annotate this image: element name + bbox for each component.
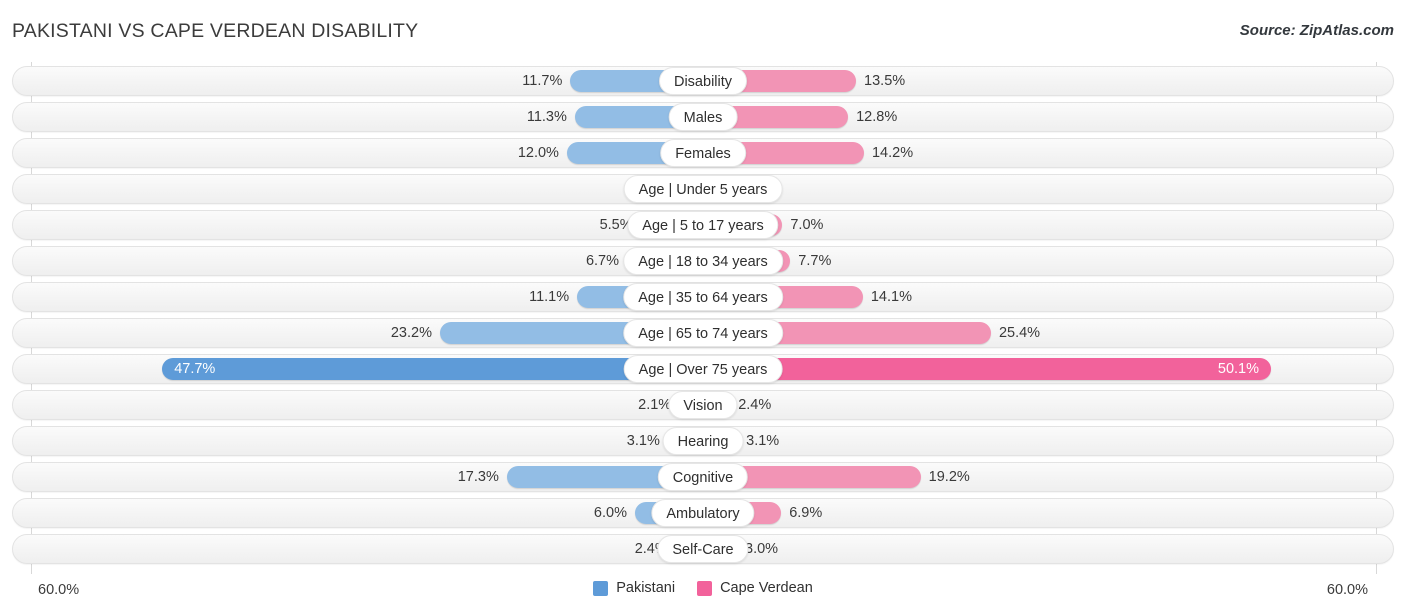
table-row: 1.3%1.7%Age | Under 5 years: [0, 174, 1406, 204]
table-row: 12.0% 14.2% Females: [0, 138, 1406, 168]
value-label-right: 3.0%: [745, 541, 779, 557]
category-label-pill: Hearing: [662, 427, 744, 455]
value-label-right: 14.1%: [870, 289, 912, 305]
legend-swatch-icon: [697, 580, 713, 596]
table-row: 6.7% 7.7% Age | 18 to 34 years: [0, 246, 1406, 276]
value-label-left: 47.7%: [174, 361, 216, 377]
category-label-pill: Ambulatory: [651, 499, 755, 527]
value-label-left: 5.5%: [599, 217, 633, 233]
value-label-right: 7.7%: [798, 253, 832, 269]
table-row: 5.5% 7.0% Age | 5 to 17 years: [0, 210, 1406, 240]
value-label-right: 12.8%: [856, 109, 898, 125]
legend-label: Pakistani: [616, 580, 676, 596]
value-label-left: 2.1%: [638, 397, 672, 413]
category-label-pill: Age | 35 to 64 years: [623, 283, 783, 311]
legend-label: Cape Verdean: [720, 580, 813, 596]
value-label-right: 14.2%: [871, 145, 914, 161]
table-row: 11.7% 13.5% Disability: [0, 66, 1406, 96]
category-label-pill: Age | 18 to 34 years: [623, 247, 783, 275]
table-row: 11.3% 12.8% Males: [0, 102, 1406, 132]
value-label-right: 2.4%: [738, 397, 772, 413]
table-row: 23.2% 25.4% Age | 65 to 74 years: [0, 318, 1406, 348]
chart-plot-area: 11.7% 13.5% Disability 11.3% 12.8% Males 12.0%…: [0, 62, 1406, 574]
category-label-pill: Age | Over 75 years: [623, 355, 783, 383]
source-attribution: Source: ZipAtlas.com: [1239, 22, 1394, 39]
bar-rows-container: 11.7% 13.5% Disability 11.3% 12.8% Males 12.0%…: [0, 66, 1406, 570]
value-label-left: 23.2%: [390, 325, 432, 341]
legend-item[interactable]: Pakistani: [593, 580, 675, 596]
table-row: 2.4% 3.0% Self-Care: [0, 534, 1406, 564]
chart-footer: 60.0% 60.0% Pakistani Cape Verdean: [0, 574, 1406, 612]
category-label-pill: Disability: [658, 67, 748, 95]
page-title: PAKISTANI VS CAPE VERDEAN DISABILITY: [12, 20, 419, 42]
value-label-right: 13.5%: [864, 73, 906, 89]
table-row: 17.3% 19.2% Cognitive: [0, 462, 1406, 492]
category-label-pill: Age | Under 5 years: [623, 175, 783, 203]
value-label-left: 2.4%: [634, 541, 668, 557]
value-label-left: 6.7%: [585, 253, 620, 269]
value-label-left: 17.3%: [457, 469, 499, 485]
value-label-right: 50.1%: [1217, 361, 1259, 377]
category-label-pill: Age | 5 to 17 years: [627, 211, 779, 239]
chart-page: PAKISTANI VS CAPE VERDEAN DISABILITY Sou…: [0, 0, 1406, 612]
category-label-pill: Females: [660, 139, 746, 167]
value-label-left: 6.0%: [593, 505, 627, 521]
legend-item[interactable]: Cape Verdean: [697, 580, 813, 596]
category-label-pill: Self-Care: [657, 535, 749, 563]
value-label-left: 11.1%: [529, 289, 570, 305]
value-label-left: 12.0%: [517, 145, 559, 161]
category-label-pill: Vision: [668, 391, 738, 419]
table-row: 2.1% 2.4% Vision: [0, 390, 1406, 420]
value-label-left: 11.7%: [522, 73, 563, 89]
category-label-pill: Cognitive: [657, 463, 749, 491]
value-label-right: 19.2%: [928, 469, 970, 485]
value-label-right: 3.1%: [746, 433, 780, 449]
legend-swatch-icon: [593, 580, 609, 596]
value-label-right: 7.0%: [790, 217, 824, 233]
value-label-left: 11.3%: [526, 109, 567, 125]
table-row: 47.7% 50.1% Age | Over 75 years: [0, 354, 1406, 384]
category-label-pill: Age | 65 to 74 years: [623, 319, 783, 347]
table-row: 11.1% 14.1% Age | 35 to 64 years: [0, 282, 1406, 312]
value-label-right: 25.4%: [998, 325, 1041, 341]
value-label-right: 6.9%: [789, 505, 823, 521]
chart-legend: Pakistani Cape Verdean: [0, 580, 1406, 596]
category-label-pill: Males: [668, 103, 738, 131]
value-label-left: 3.1%: [626, 433, 660, 449]
chart-header: PAKISTANI VS CAPE VERDEAN DISABILITY Sou…: [0, 0, 1406, 62]
table-row: 3.1% 3.1% Hearing: [0, 426, 1406, 456]
table-row: 6.0% 6.9% Ambulatory: [0, 498, 1406, 528]
